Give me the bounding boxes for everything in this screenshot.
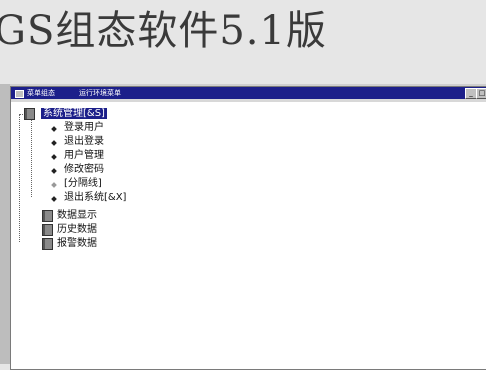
node-label: 系统管理 [43, 108, 83, 119]
menu-item-icon [51, 126, 57, 132]
menu-tree: 系统管理[&S] 登录用户 退出登录 用户管理 修改密码 [分隔线] 退出系统[… [15, 105, 315, 285]
tree-connector [19, 114, 20, 242]
book-icon [42, 224, 53, 236]
node-shortcut: [&S] [83, 108, 105, 119]
tree-node-history-data[interactable]: 历史数据 [57, 223, 97, 236]
menu-config-window: 菜单组态 运行环境菜单 _ □ 系统管理[&S] 登录用户 退出登录 用户管理 … [10, 86, 486, 370]
window-title: 菜单组态 [27, 89, 55, 97]
tree-node-alarm-data[interactable]: 报警数据 [57, 237, 97, 250]
menu-item-icon [51, 140, 57, 146]
menu-item-icon [51, 196, 57, 202]
window-menubar [11, 99, 486, 102]
menu-item-icon [51, 168, 57, 174]
slide-title: GS组态软件5.1版 [0, 8, 327, 54]
node-label: 退出系统 [64, 192, 104, 203]
maximize-button[interactable]: □ [476, 88, 486, 99]
book-icon [42, 238, 53, 250]
menu-item-icon [51, 154, 57, 160]
node-shortcut: [&X] [104, 192, 127, 203]
tree-child-connector [31, 119, 32, 197]
window-subtitle: 运行环境菜单 [79, 89, 121, 97]
tree-node-data-display[interactable]: 数据显示 [57, 209, 97, 222]
separator-icon [51, 182, 57, 188]
tree-node-separator[interactable]: [分隔线] [64, 177, 102, 190]
tree-node-exit-system[interactable]: 退出系统[&X] [64, 191, 126, 204]
book-icon [42, 210, 53, 222]
tree-node-logout[interactable]: 退出登录 [64, 135, 104, 148]
window-titlebar[interactable]: 菜单组态 运行环境菜单 _ □ [11, 87, 486, 99]
tree-node-change-password[interactable]: 修改密码 [64, 163, 104, 176]
left-edge [0, 84, 10, 364]
app-icon [15, 90, 24, 98]
tree-node-user-management[interactable]: 用户管理 [64, 149, 104, 162]
selected-label: 系统管理[&S] [41, 108, 107, 119]
tree-node-login[interactable]: 登录用户 [64, 121, 104, 134]
tree-node-system-management[interactable]: 系统管理[&S] [41, 107, 107, 120]
book-icon [24, 108, 35, 120]
